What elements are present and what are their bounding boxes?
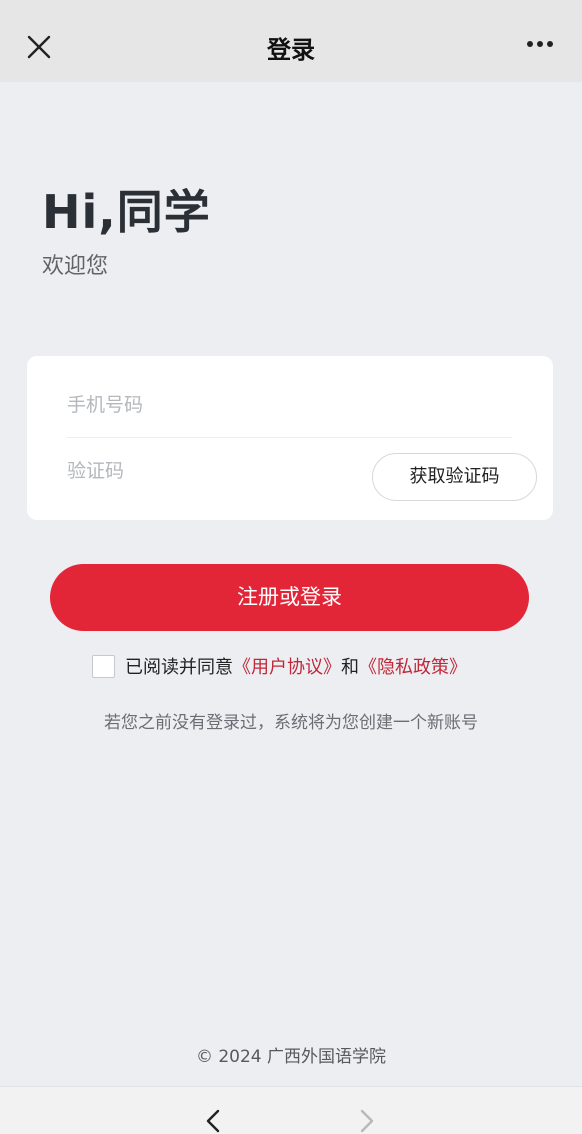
register-login-button[interactable]: 注册或登录 (50, 564, 529, 631)
page-title: 登录 (267, 36, 315, 64)
copyright-footer: © 2024 广西外国语学院 (195, 1047, 387, 1067)
user-agreement-link[interactable]: 《用户协议》 (233, 653, 341, 679)
agreement-prefix: 已阅读并同意 (125, 657, 233, 678)
new-account-note: 若您之前没有登录过，系统将为您创建一个新账号 (104, 713, 478, 733)
get-code-button[interactable]: 获取验证码 (372, 453, 537, 501)
greeting-subtitle: 欢迎您 (42, 254, 109, 279)
greeting-title: Hi,同学 (42, 185, 211, 239)
login-form-card: 获取验证码 (27, 356, 553, 520)
forward-arrow-icon[interactable] (352, 1107, 380, 1134)
back-arrow-icon[interactable] (200, 1107, 228, 1134)
top-nav-bar: 登录 (0, 0, 582, 82)
field-divider (67, 437, 512, 438)
browser-bottom-bar (0, 1086, 582, 1134)
agreement-checkbox[interactable] (92, 654, 115, 678)
agreement-and: 和 (341, 657, 359, 678)
phone-input[interactable] (67, 394, 367, 416)
agreement-row: 已阅读并同意 《用户协议》 和 《隐私政策》 (92, 653, 467, 679)
privacy-policy-link[interactable]: 《隐私政策》 (359, 653, 467, 679)
more-icon[interactable] (526, 40, 554, 48)
verification-code-input[interactable] (67, 460, 367, 482)
